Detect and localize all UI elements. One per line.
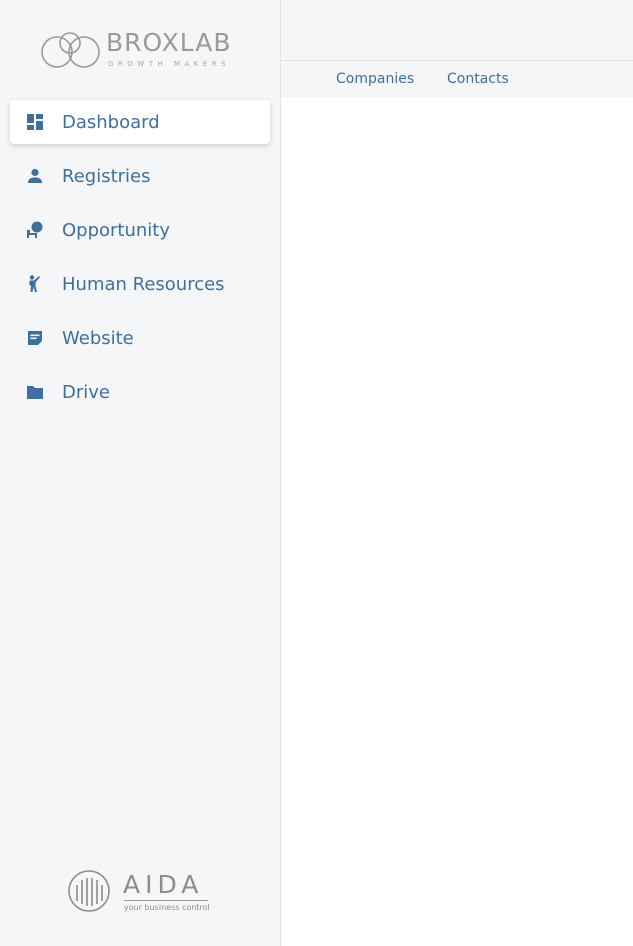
tab-contacts[interactable]: Contacts <box>447 71 509 87</box>
sidebar-item-human-resources[interactable]: Human Resources <box>10 262 270 306</box>
sidebar-item-label: Opportunity <box>62 219 171 241</box>
sidebar-item-label: Registries <box>62 165 151 187</box>
sidebar: BROXLAB GROWTH MAKERS Dashboard Registri… <box>0 0 281 946</box>
sidebar-item-label: Drive <box>62 381 110 403</box>
aida-divider <box>124 900 208 901</box>
sidebar-item-dashboard[interactable]: Dashboard <box>10 100 270 144</box>
sidebar-item-opportunity[interactable]: Opportunity <box>10 208 270 252</box>
aida-name: AIDA <box>123 870 204 899</box>
website-icon <box>26 329 44 347</box>
sidebar-item-drive[interactable]: Drive <box>10 370 270 414</box>
top-tab-bar: Companies Contacts <box>281 60 633 98</box>
opportunity-icon <box>26 221 44 239</box>
aida-logo-mark <box>68 870 110 912</box>
sidebar-item-label: Human Resources <box>62 273 225 295</box>
brand-name: BROXLAB <box>106 28 232 57</box>
broxlab-logo-mark <box>41 32 100 68</box>
sidebar-item-website[interactable]: Website <box>10 316 270 360</box>
sidebar-item-label: Dashboard <box>62 111 160 133</box>
person-icon <box>26 167 44 185</box>
aida-tagline: your business control <box>124 903 210 912</box>
sidebar-nav: Dashboard Registries Opportunity Human R… <box>10 100 270 424</box>
sidebar-item-registries[interactable]: Registries <box>10 154 270 198</box>
dashboard-icon <box>26 113 44 131</box>
main-content <box>281 97 633 946</box>
brand-tagline: GROWTH MAKERS <box>108 60 231 68</box>
sidebar-item-label: Website <box>62 327 134 349</box>
folder-icon <box>26 383 44 401</box>
human-resources-icon <box>26 275 44 293</box>
broxlab-logo[interactable]: BROXLAB GROWTH MAKERS <box>40 26 245 74</box>
aida-logo: AIDA your business control <box>66 870 216 918</box>
tab-companies[interactable]: Companies <box>336 71 414 87</box>
